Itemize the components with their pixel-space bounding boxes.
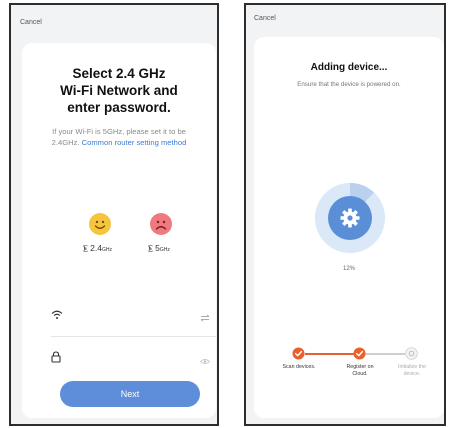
lock-icon xyxy=(51,350,61,368)
step-label-scan: Scan devices. xyxy=(273,364,325,371)
band-value: 2.4 xyxy=(90,243,102,253)
title-line: enter password. xyxy=(67,100,171,115)
switch-network-icon[interactable] xyxy=(200,309,210,327)
gear-icon xyxy=(405,347,418,360)
step-label-line: Cloud. xyxy=(352,370,368,377)
wifi-icon xyxy=(51,307,63,325)
wifi-band-hint: If your Wi-Fi is 5GHz, please set it to … xyxy=(38,127,200,148)
title-line: Select 2.4 GHz xyxy=(72,66,166,81)
happy-face-icon xyxy=(89,213,111,235)
band-5ghz-label: ⨊ 5GHz xyxy=(148,243,170,254)
router-setting-link[interactable]: Common router setting method xyxy=(82,138,187,147)
step-label-line: device. xyxy=(403,370,421,377)
divider xyxy=(51,336,216,337)
cancel-button[interactable]: Cancel xyxy=(254,15,276,22)
check-icon xyxy=(353,347,366,360)
title-line: Wi-Fi Network and xyxy=(60,83,178,98)
band-unit: GHz xyxy=(159,247,170,253)
password-field[interactable] xyxy=(51,346,216,368)
page-title: Adding device... xyxy=(310,62,388,73)
router-icon: ⨊ xyxy=(148,244,154,253)
check-icon xyxy=(292,347,305,360)
next-button[interactable]: Next xyxy=(60,381,200,407)
adding-device-screen: Cancel Adding device... Ensure that the … xyxy=(244,3,446,426)
page-subtitle: Ensure that the device is powered on. xyxy=(297,81,401,88)
eye-icon[interactable] xyxy=(199,352,211,370)
page-title: Select 2.4 GHz Wi-Fi Network and enter p… xyxy=(22,65,216,116)
sad-face-icon xyxy=(150,213,172,235)
gear-icon xyxy=(340,208,360,228)
progress-spinner xyxy=(315,183,385,253)
band-2-4ghz-label: ⨊ 2.4GHz xyxy=(83,243,112,254)
step-label-register: Register on Cloud. xyxy=(334,364,386,377)
wifi-setup-screen: Cancel Select 2.4 GHz Wi-Fi Network and … xyxy=(9,3,219,426)
progress-steps: Scan devices. Register on Cloud. Initial… xyxy=(254,347,444,397)
step-connector xyxy=(365,353,405,355)
band-unit: GHz xyxy=(101,247,112,253)
step-connector xyxy=(305,353,355,355)
wifi-setup-card: Select 2.4 GHz Wi-Fi Network and enter p… xyxy=(22,43,216,418)
cancel-button[interactable]: Cancel xyxy=(20,19,42,26)
step-label-initialize: Initialize the device. xyxy=(386,364,438,377)
progress-percent: 12% xyxy=(342,266,355,272)
wifi-name-field[interactable] xyxy=(51,303,216,337)
adding-device-card: Adding device... Ensure that the device … xyxy=(254,37,444,418)
step-label-line: Scan devices. xyxy=(282,364,316,370)
router-icon: ⨊ xyxy=(83,244,89,253)
